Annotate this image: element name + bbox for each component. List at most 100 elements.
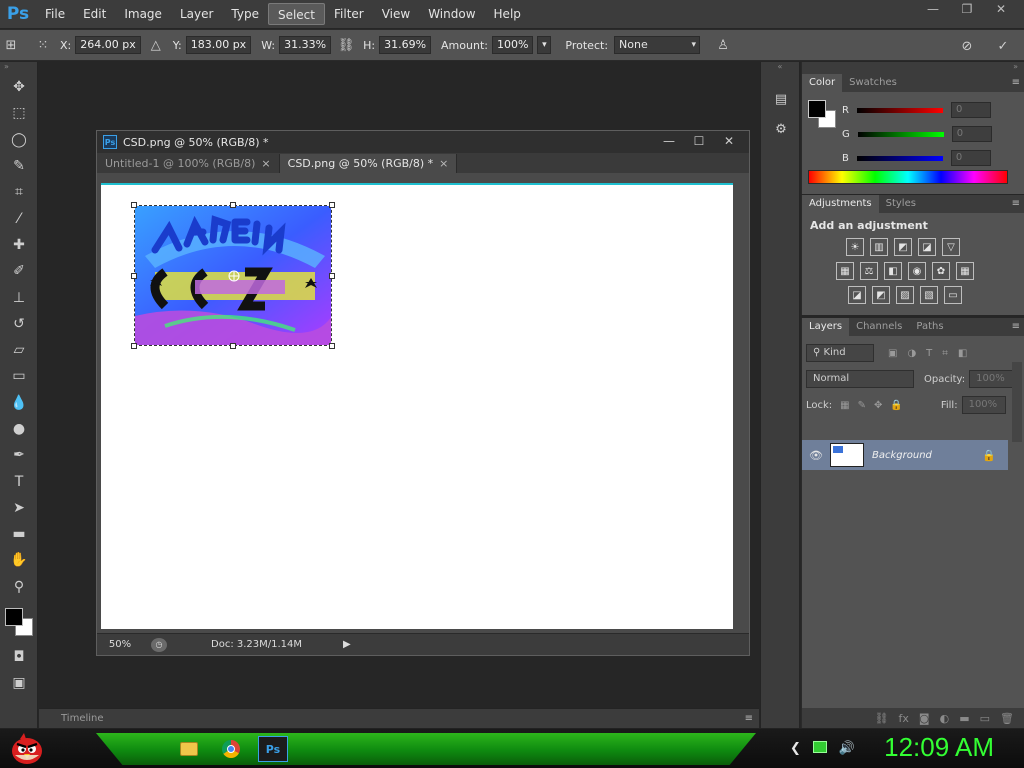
close-icon[interactable]: ✕ <box>986 2 1016 18</box>
delta-icon[interactable]: △ <box>145 34 167 56</box>
black-white-icon[interactable]: ◧ <box>884 262 902 280</box>
screen-mode-icon[interactable]: ▣ <box>0 670 38 696</box>
status-menu-arrow-icon[interactable]: ▶ <box>343 639 351 650</box>
panel-menu-icon[interactable]: ≡ <box>1012 74 1020 92</box>
menu-file[interactable]: File <box>36 3 74 25</box>
new-layer-icon[interactable]: ▭ <box>980 712 990 725</box>
amount-dropdown-icon[interactable]: ▾ <box>537 36 552 54</box>
crop-tool-icon[interactable]: ⌗ <box>0 179 38 205</box>
tab-color[interactable]: Color <box>802 74 843 92</box>
slider-r[interactable] <box>856 107 943 113</box>
gradient-map-icon[interactable]: ▭ <box>944 286 962 304</box>
tab-untitled-1[interactable]: Untitled-1 @ 100% (RGB/8) × <box>97 154 280 173</box>
dodge-tool-icon[interactable]: ● <box>0 416 38 442</box>
adjustment-icon[interactable]: ◐ <box>940 712 950 725</box>
minimize-icon[interactable]: — <box>918 2 948 18</box>
transform-handle[interactable] <box>230 202 236 208</box>
foreground-color-swatch[interactable] <box>5 607 23 626</box>
panel-menu-icon[interactable]: ≡ <box>1012 318 1020 336</box>
type-tool-icon[interactable]: T <box>0 468 38 494</box>
transform-handle[interactable] <box>131 273 137 279</box>
slider-b[interactable] <box>856 155 943 161</box>
collapse-icon[interactable]: » <box>0 62 37 74</box>
menu-filter[interactable]: Filter <box>325 3 373 25</box>
chrome-icon[interactable] <box>218 736 244 762</box>
value-r-input[interactable]: 0 <box>950 102 991 118</box>
slider-g[interactable] <box>857 131 944 137</box>
transform-handle[interactable] <box>230 343 236 349</box>
blend-mode-select[interactable]: Normal <box>806 370 914 388</box>
posterize-icon[interactable]: ◩ <box>872 286 890 304</box>
transform-tool-icon[interactable]: ⊞ <box>0 34 22 56</box>
color-balance-icon[interactable]: ⚖ <box>860 262 878 280</box>
menu-type[interactable]: Type <box>222 3 268 25</box>
zoom-level[interactable]: 50% <box>97 639 143 650</box>
gradient-tool-icon[interactable]: ▭ <box>0 363 38 389</box>
protect-skin-tones-icon[interactable]: ♙ <box>712 34 734 56</box>
lock-options-icons[interactable]: ▦✎✥🔒 <box>840 400 911 411</box>
eye-icon[interactable]: 👁 <box>802 449 830 462</box>
folder-icon[interactable] <box>176 736 202 762</box>
tab-paths[interactable]: Paths <box>909 318 950 336</box>
transform-handle[interactable] <box>329 202 335 208</box>
doc-maximize-icon[interactable]: ☐ <box>685 133 713 149</box>
transform-handle[interactable] <box>131 343 137 349</box>
quick-select-tool-icon[interactable]: ✎ <box>0 153 38 179</box>
transform-handle[interactable] <box>329 273 335 279</box>
tab-close-icon[interactable]: × <box>261 154 270 173</box>
strip-collapse-icon[interactable]: « <box>761 62 799 76</box>
fill-input[interactable]: 100% <box>961 396 1006 414</box>
curves-icon[interactable]: ◩ <box>894 238 912 256</box>
placed-image[interactable] <box>134 205 332 346</box>
lasso-tool-icon[interactable]: ◯ <box>0 127 38 153</box>
trash-icon[interactable]: 🗑 <box>1000 712 1014 725</box>
blur-tool-icon[interactable]: 💧 <box>0 390 38 416</box>
eyedropper-tool-icon[interactable]: ⁄ <box>0 205 38 231</box>
hand-tool-icon[interactable]: ✋ <box>0 547 38 573</box>
path-selection-tool-icon[interactable]: ➤ <box>0 495 38 521</box>
tray-arrow-icon[interactable]: ❮ <box>790 741 801 756</box>
channel-mixer-icon[interactable]: ✿ <box>932 262 950 280</box>
start-button[interactable] <box>6 731 48 767</box>
taskbar-clock[interactable]: 12:09 AM <box>884 732 994 763</box>
exposure-icon[interactable]: ◪ <box>918 238 936 256</box>
color-spectrum-bar[interactable] <box>808 170 1008 184</box>
reference-point-icon[interactable]: ⁙ <box>32 34 54 56</box>
tab-styles[interactable]: Styles <box>879 195 923 213</box>
value-g-input[interactable]: 0 <box>951 126 992 142</box>
opacity-input[interactable]: 100% <box>969 370 1014 388</box>
value-b-input[interactable]: 0 <box>950 150 991 166</box>
tab-swatches[interactable]: Swatches <box>842 74 904 92</box>
clone-stamp-tool-icon[interactable]: ⊥ <box>0 284 38 310</box>
document-titlebar[interactable]: Ps CSD.png @ 50% (RGB/8) * — ☐ ✕ <box>97 131 749 153</box>
layers-scrollbar[interactable] <box>1012 362 1022 442</box>
photo-filter-icon[interactable]: ◉ <box>908 262 926 280</box>
y-input[interactable]: 183.00 px <box>185 36 252 54</box>
menu-view[interactable]: View <box>373 3 419 25</box>
link-icon[interactable]: ⛓ <box>875 712 889 725</box>
folder-icon[interactable]: ▬ <box>959 712 969 725</box>
doc-info-icon[interactable]: ◷ <box>151 637 167 652</box>
tab-layers[interactable]: Layers <box>802 318 850 336</box>
tab-channels[interactable]: Channels <box>849 318 909 336</box>
tab-adjustments[interactable]: Adjustments <box>802 195 879 213</box>
restore-icon[interactable]: ❐ <box>952 2 982 18</box>
move-tool-icon[interactable]: ✥ <box>0 74 38 100</box>
cancel-transform-icon[interactable]: ⊘ <box>956 35 978 57</box>
pen-tool-icon[interactable]: ✒ <box>0 442 38 468</box>
transform-handle[interactable] <box>131 202 137 208</box>
mask-icon[interactable]: ◙ <box>919 712 930 725</box>
menu-window[interactable]: Window <box>419 3 484 25</box>
menu-image[interactable]: Image <box>115 3 171 25</box>
h-input[interactable]: 31.69% <box>379 36 432 54</box>
tab-close-icon[interactable]: × <box>439 154 448 173</box>
menu-edit[interactable]: Edit <box>74 3 115 25</box>
link-icon[interactable]: ⛓ <box>335 34 357 56</box>
photoshop-icon[interactable]: Ps <box>258 736 288 762</box>
invert-icon[interactable]: ◪ <box>848 286 866 304</box>
brush-tool-icon[interactable]: ✐ <box>0 258 38 284</box>
canvas[interactable] <box>101 183 733 629</box>
layer-filter-icons[interactable]: ▣◑T⌗◧ <box>888 348 977 359</box>
shape-tool-icon[interactable]: ▬ <box>0 521 38 547</box>
vibrance-icon[interactable]: ▽ <box>942 238 960 256</box>
